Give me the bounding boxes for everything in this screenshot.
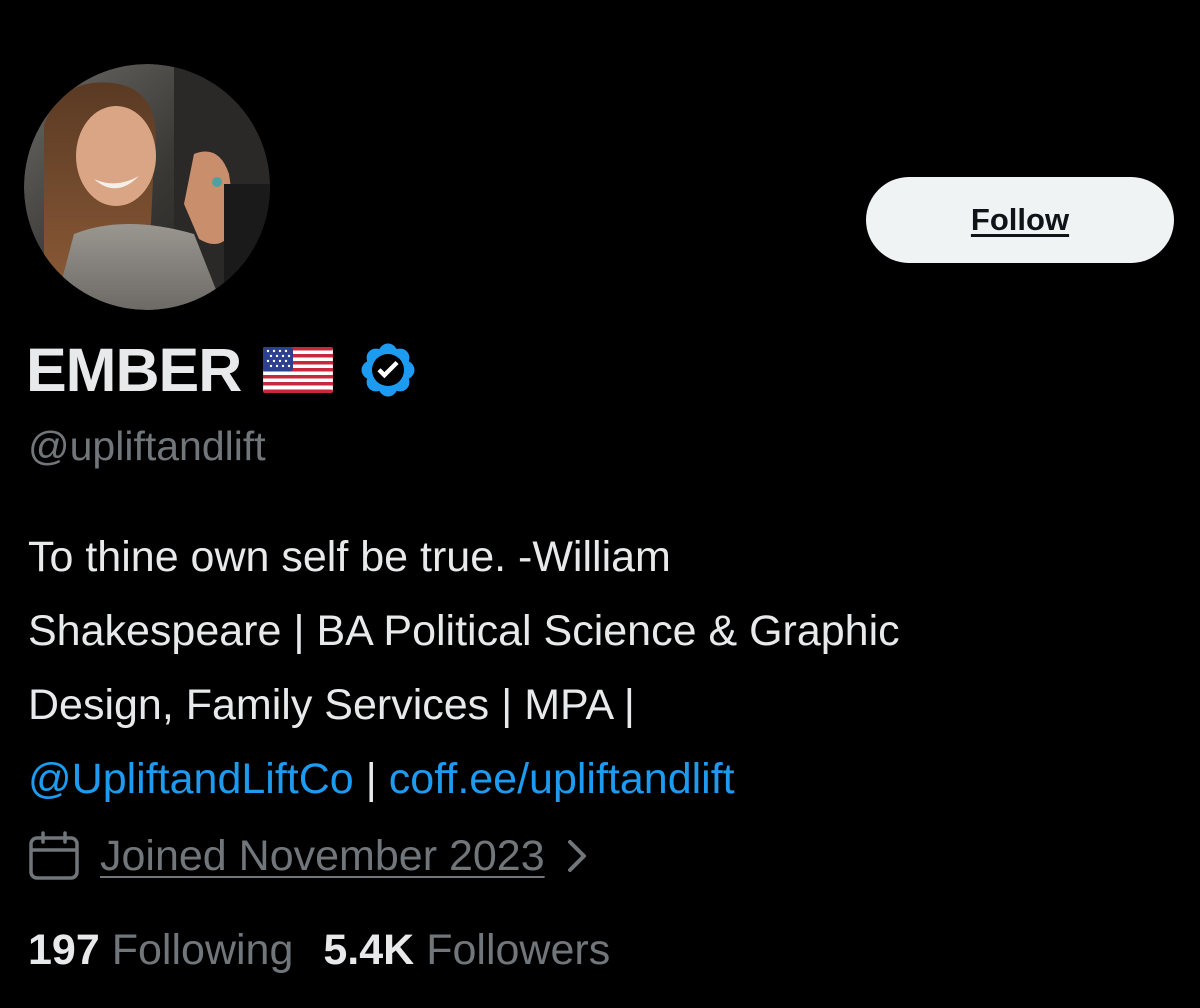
- joined-date[interactable]: Joined November 2023: [100, 832, 545, 881]
- bio-line: Design, Family Services | MPA |: [28, 681, 635, 729]
- bio-links-line: @UpliftandLiftCo | coff.ee/upliftandlift: [28, 742, 1188, 816]
- followers-count: 5.4K: [323, 925, 415, 974]
- bio-website-link[interactable]: coff.ee/upliftandlift: [389, 755, 735, 803]
- profile-handle: @upliftandlift: [28, 423, 266, 469]
- avatar[interactable]: [24, 64, 270, 310]
- calendar-icon: [28, 830, 80, 882]
- bio-line: To thine own self be true. -William: [28, 533, 671, 581]
- follow-stats: 197 Following 5.4K Followers: [28, 920, 610, 980]
- follow-button[interactable]: Follow: [866, 177, 1174, 263]
- following-count: 197: [28, 925, 100, 974]
- chevron-right-icon: [563, 836, 591, 876]
- joined-date-row[interactable]: Joined November 2023: [28, 826, 591, 886]
- bio-line: Shakespeare | BA Political Science & Gra…: [28, 607, 900, 655]
- followers-label: Followers: [426, 925, 611, 974]
- following-stat[interactable]: 197 Following: [28, 926, 293, 975]
- profile-bio: To thine own self be true. -William Shak…: [28, 520, 1188, 816]
- followers-stat[interactable]: 5.4K Followers: [323, 926, 610, 975]
- avatar-photo: [24, 64, 270, 310]
- verified-badge-icon[interactable]: [357, 339, 419, 401]
- display-name: EMBER: [26, 336, 242, 404]
- us-flag-icon: [262, 346, 334, 394]
- bio-separator: |: [353, 755, 389, 803]
- profile-name-row: EMBER: [26, 332, 419, 408]
- following-label: Following: [111, 925, 294, 974]
- bio-account-link[interactable]: @UpliftandLiftCo: [28, 755, 354, 803]
